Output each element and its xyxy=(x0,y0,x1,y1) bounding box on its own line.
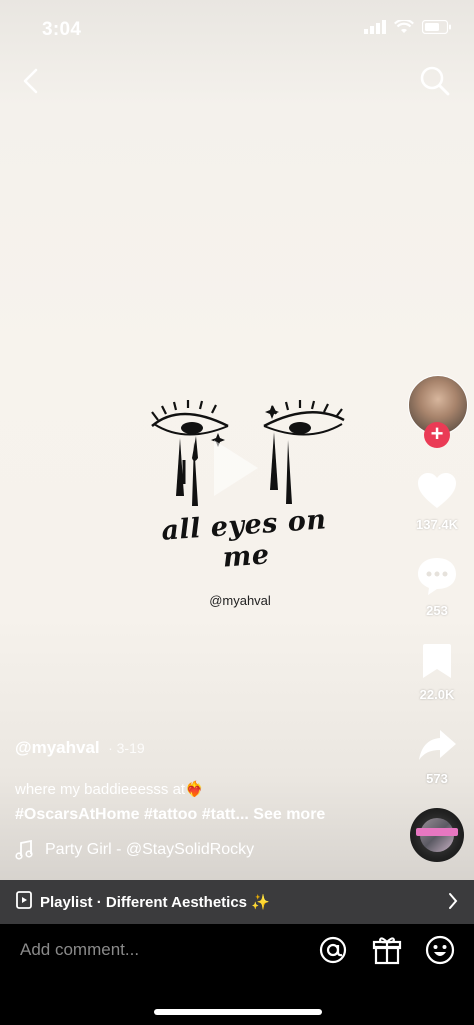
plus-icon: + xyxy=(430,421,444,446)
emoji-icon[interactable] xyxy=(424,934,456,971)
gift-icon[interactable] xyxy=(372,934,402,971)
chevron-left-icon xyxy=(23,68,38,94)
comment-count: 253 xyxy=(426,603,448,618)
music-info[interactable]: Party Girl - @StaySolidRocky xyxy=(15,840,254,860)
home-indicator xyxy=(154,1009,322,1015)
search-icon xyxy=(420,66,450,96)
comment-input[interactable]: Add comment... xyxy=(20,940,139,960)
status-time: 3:04 xyxy=(42,19,82,40)
post-date: · 3-19 xyxy=(108,740,145,756)
post-description: where my baddieeesss at❤️‍🔥 xyxy=(15,781,204,798)
search-button[interactable] xyxy=(418,64,452,98)
comment-bar: Add comment... xyxy=(0,924,474,1025)
bookmark-icon xyxy=(423,644,451,678)
heart-icon xyxy=(418,473,456,508)
comments-button[interactable]: 253 xyxy=(407,556,467,618)
comment-bubble-icon xyxy=(418,558,456,595)
play-icon[interactable] xyxy=(214,440,258,496)
post-hashtags[interactable]: #OscarsAtHome #tattoo #tatt... See more xyxy=(15,806,325,824)
share-button[interactable]: 573 xyxy=(407,726,467,786)
chevron-right-icon xyxy=(448,892,458,915)
save-button[interactable]: 22.0K xyxy=(407,642,467,702)
back-button[interactable] xyxy=(16,64,46,98)
wifi-icon xyxy=(394,20,414,34)
music-disc[interactable] xyxy=(410,808,464,862)
battery-icon xyxy=(422,20,452,34)
mention-icon[interactable] xyxy=(318,934,348,971)
share-count: 573 xyxy=(426,771,448,786)
music-cover-label xyxy=(416,828,458,836)
post-header: @myahval · 3-19 xyxy=(15,738,395,758)
artwork-handle: @myahval xyxy=(209,593,271,608)
playlist-icon xyxy=(16,890,32,914)
share-arrow-icon xyxy=(419,730,456,760)
like-button[interactable]: 137.4K xyxy=(407,472,467,532)
playlist-bar[interactable]: Playlist · Different Aesthetics ✨ xyxy=(0,880,474,924)
signal-icon xyxy=(364,20,386,34)
save-count: 22.0K xyxy=(419,687,455,702)
post-username[interactable]: @myahval xyxy=(15,738,100,757)
like-count: 137.4K xyxy=(416,517,458,532)
playlist-label: Playlist · Different Aesthetics ✨ xyxy=(40,894,270,911)
music-note-icon xyxy=(15,840,33,860)
music-title: Party Girl - @StaySolidRocky xyxy=(45,841,255,858)
status-bar: 3:04 xyxy=(0,0,474,60)
follow-button[interactable]: + xyxy=(424,422,450,448)
status-icons xyxy=(364,20,452,34)
